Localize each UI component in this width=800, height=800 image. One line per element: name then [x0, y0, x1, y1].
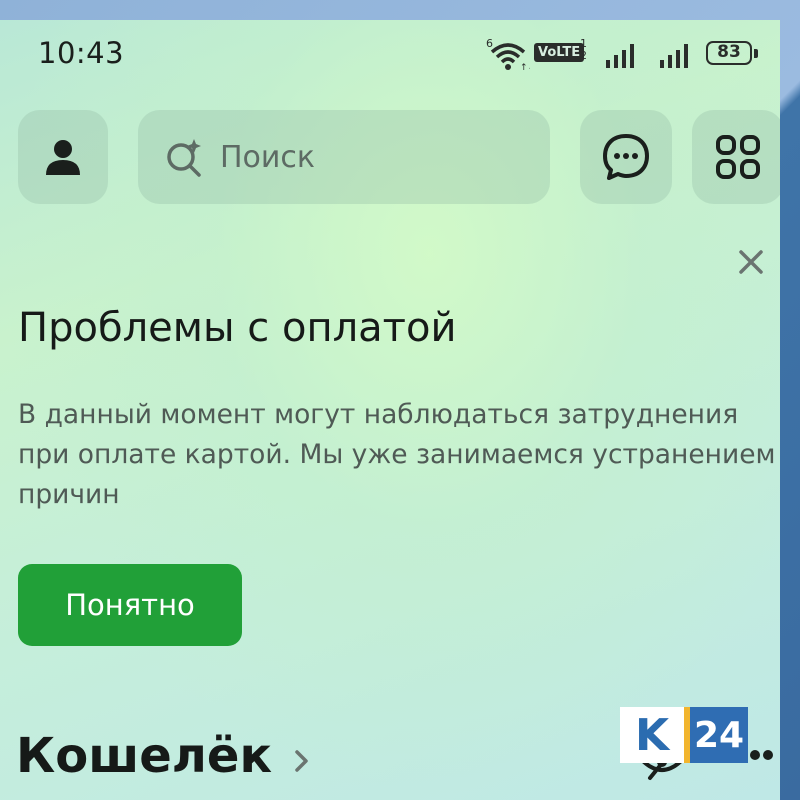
chat-button[interactable]	[580, 110, 672, 204]
battery-icon: 83	[706, 41, 752, 65]
ai-search-icon	[167, 139, 201, 177]
chat-icon	[603, 134, 649, 180]
banner-title: Проблемы с оплатой	[18, 305, 457, 351]
profile-icon	[46, 140, 80, 175]
signal-sim1-icon	[606, 44, 634, 68]
top-bar: Поиск	[0, 110, 780, 204]
battery-tip	[754, 49, 758, 58]
battery-level: 83	[717, 42, 741, 62]
sim-label: 1 2	[580, 37, 587, 62]
status-icons: 6 ↑↓ VoLTE 1 2 83	[486, 36, 776, 72]
profile-button[interactable]	[18, 110, 108, 204]
chevron-right-icon[interactable]	[292, 748, 312, 774]
wifi-icon: 6 ↑↓	[486, 37, 530, 72]
volte-badge: VoLTE	[534, 43, 585, 62]
status-time: 10:43	[38, 36, 125, 70]
signal-sim2-icon	[660, 44, 688, 68]
apps-grid-icon	[716, 135, 760, 179]
svg-text:↑↓: ↑↓	[520, 63, 530, 72]
network-type-label: 6	[486, 37, 493, 50]
search-placeholder: Поиск	[220, 139, 316, 175]
watermark-k: K	[620, 707, 684, 763]
status-bar: 10:43 6 ↑↓ VoLTE 1 2	[0, 20, 780, 90]
search-field[interactable]: Поиск	[138, 110, 550, 204]
watermark-24: 24	[690, 707, 748, 763]
k24-watermark-logo: K 24	[620, 707, 748, 763]
banner-text: В данный момент могут наблюдаться затруд…	[18, 399, 776, 510]
phone-screen: 10:43 6 ↑↓ VoLTE 1 2	[0, 20, 780, 800]
close-icon[interactable]	[737, 248, 765, 276]
wallet-title[interactable]: Кошелёк	[16, 728, 272, 784]
ok-button[interactable]: Понятно	[18, 564, 242, 646]
apps-button[interactable]	[692, 110, 780, 204]
